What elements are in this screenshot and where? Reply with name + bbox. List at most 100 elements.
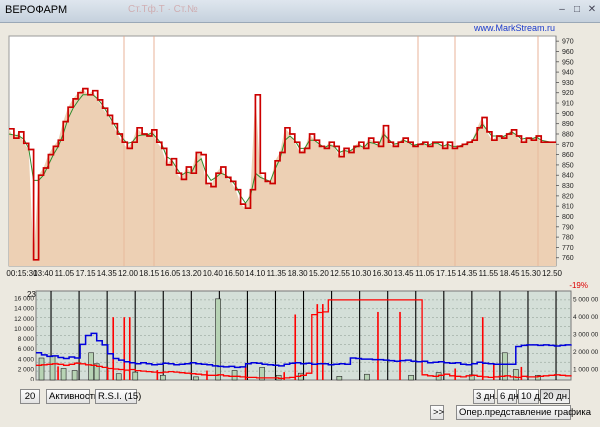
volume-bar xyxy=(215,298,221,381)
time-axis-label: 13:40 xyxy=(33,269,54,278)
rsi-value: (15) xyxy=(124,391,142,402)
price-y-tick-label: 890 xyxy=(562,121,574,128)
volume-bar xyxy=(193,376,199,381)
volume-bar xyxy=(60,368,67,381)
price-y-tick-label: 780 xyxy=(562,235,574,242)
price-y-tick-label: 920 xyxy=(562,90,574,97)
volume-bar xyxy=(88,352,94,381)
rsi-button[interactable]: R.S.I. (15) xyxy=(95,389,141,404)
range-button[interactable]: 10 дн. xyxy=(518,389,548,404)
period-field[interactable]: 20 xyxy=(20,389,40,404)
rsi-label: R.S.I. xyxy=(98,391,122,402)
price-y-tick-label: 900 xyxy=(562,111,574,118)
scroll-forward-button[interactable]: >> xyxy=(430,405,444,420)
time-axis-label: 16.50 xyxy=(224,269,245,278)
x-time-axis: 00:15:3013:40 11.05 17.15 14.35 12.00 18.15 16… xyxy=(6,269,562,278)
volume-bar xyxy=(513,369,519,381)
time-axis-label: 11.55 xyxy=(479,269,499,278)
maximize-icon[interactable]: □ xyxy=(570,3,584,17)
chart-area: 970 960 950 940 930 920 910 900 890 880 870 860 850 8… xyxy=(6,23,599,381)
time-axis-label: 17.15 xyxy=(436,269,457,278)
time-axis-label: 11.05 xyxy=(55,269,75,278)
pct-label: -19% xyxy=(569,281,588,290)
time-axis-label: 11.35 xyxy=(267,269,287,278)
price-y-tick-label: 960 xyxy=(562,49,574,56)
price-y-tick-label: 940 xyxy=(562,70,574,77)
volume-panel[interactable]: 16 000 14 000 12 000 10 000 8 000 6 000 4 000 2… xyxy=(14,290,599,381)
time-axis-label: 12.55 xyxy=(330,269,351,278)
time-axis-label: 15.20 xyxy=(309,269,330,278)
time-axis-label: 10.30 xyxy=(351,269,372,278)
time-axis-label: 18.15 xyxy=(139,269,160,278)
time-axis-label: 12.00 xyxy=(118,269,139,278)
price-y-tick-label: 800 xyxy=(562,214,574,221)
activity-button[interactable]: Активность xyxy=(46,389,99,404)
time-axis-label: 17.15 xyxy=(76,269,97,278)
time-axis-label: 12.50 xyxy=(542,269,563,278)
price-y-tick-label: 930 xyxy=(562,80,574,87)
volume-bar xyxy=(71,370,78,381)
volume-bar xyxy=(336,376,343,381)
price-y-tick-label: 970 xyxy=(562,39,574,46)
volume-left-tick: 12 000 xyxy=(14,316,34,323)
volume-right-tick: 3 000 00 xyxy=(573,332,599,339)
volume-bar xyxy=(132,371,139,381)
control-bar: 20 Активность R.S.I. (15) 3 дн. 6 дн. 10 д… xyxy=(0,381,600,427)
close-icon[interactable]: ✕ xyxy=(585,3,599,17)
title-bar[interactable]: ВЕРОФАРМ Ст.Тф.Т · Ст.№ – □ ✕ xyxy=(0,0,600,23)
volume-left-tick: 2 000 xyxy=(18,366,35,373)
faint-title: Ст.Тф.Т · Ст.№ xyxy=(128,4,198,15)
volume-left-tick: 16 000 xyxy=(14,296,34,303)
volume-bar xyxy=(364,373,370,381)
minimize-icon[interactable]: – xyxy=(555,3,569,17)
volume-bar xyxy=(160,374,166,381)
time-axis-label: 14.35 xyxy=(457,269,478,278)
window-title: ВЕРОФАРМ xyxy=(5,4,68,16)
volume-bar xyxy=(49,355,56,381)
price-y-tick-label: 820 xyxy=(562,193,574,200)
time-axis-label: 14.35 xyxy=(97,269,118,278)
volume-right-tick: 5 000 00 xyxy=(573,297,599,304)
chart-window: ВЕРОФАРМ Ст.Тф.Т · Ст.№ – □ ✕ 970 960 950 9… xyxy=(0,0,600,427)
price-y-tick-label: 850 xyxy=(562,162,574,169)
volume-left-tick: 4 000 xyxy=(18,356,35,363)
price-panel[interactable]: 970 960 950 940 930 920 910 900 890 880 870 860 850 8… xyxy=(8,35,574,267)
time-axis-label: 15.30 xyxy=(521,269,542,278)
price-y-tick-label: 790 xyxy=(562,224,574,231)
range-button[interactable]: 3 дн. xyxy=(473,389,497,404)
volume-left-tick: 10 000 xyxy=(14,326,34,333)
oper-view-button[interactable]: Опер.представление графика xyxy=(456,405,591,420)
volume-bar xyxy=(115,373,122,381)
watermark[interactable]: www.MarkStream.ru xyxy=(473,23,555,33)
volume-right-tick: 1 000 00 xyxy=(573,367,599,374)
volume-bar xyxy=(231,370,238,381)
time-axis-label: 11.05 xyxy=(415,269,435,278)
volume-left-tick: 8 000 xyxy=(18,336,35,343)
price-y-tick-label: 950 xyxy=(562,59,574,66)
price-y-tick-label: 860 xyxy=(562,152,574,159)
time-axis-label: 13.20 xyxy=(182,269,203,278)
price-y-tick-label: 760 xyxy=(562,255,574,262)
time-axis-label: 10.40 xyxy=(203,269,224,278)
range-button[interactable]: 20 дн. xyxy=(540,389,570,404)
volume-right-tick: 2 000 00 xyxy=(573,349,599,356)
price-y-tick-label: 810 xyxy=(562,204,574,211)
time-axis-label: 13.45 xyxy=(394,269,415,278)
range-button[interactable]: 6 дн. xyxy=(497,389,521,404)
price-y-tick-label: 880 xyxy=(562,131,574,138)
time-axis-label: 18.30 xyxy=(288,269,309,278)
volume-bar xyxy=(408,374,414,381)
time-axis-label: 16.05 xyxy=(160,269,181,278)
price-y-tick-label: 870 xyxy=(562,142,574,149)
price-y-tick-label: 840 xyxy=(562,173,574,180)
volume-left-tick: 6 000 xyxy=(18,346,35,353)
price-y-tick-label: 910 xyxy=(562,101,574,108)
volume-right-tick: 4 000 00 xyxy=(573,314,599,321)
time-axis-label: 14.10 xyxy=(245,269,266,278)
price-y-tick-label: 830 xyxy=(562,183,574,190)
price-y-tick-label: 770 xyxy=(562,245,574,252)
time-axis-label: 18.45 xyxy=(500,269,521,278)
volume-bar xyxy=(38,357,45,381)
time-axis-label: 16.30 xyxy=(372,269,393,278)
volume-left-tick: 14 000 xyxy=(14,306,34,313)
